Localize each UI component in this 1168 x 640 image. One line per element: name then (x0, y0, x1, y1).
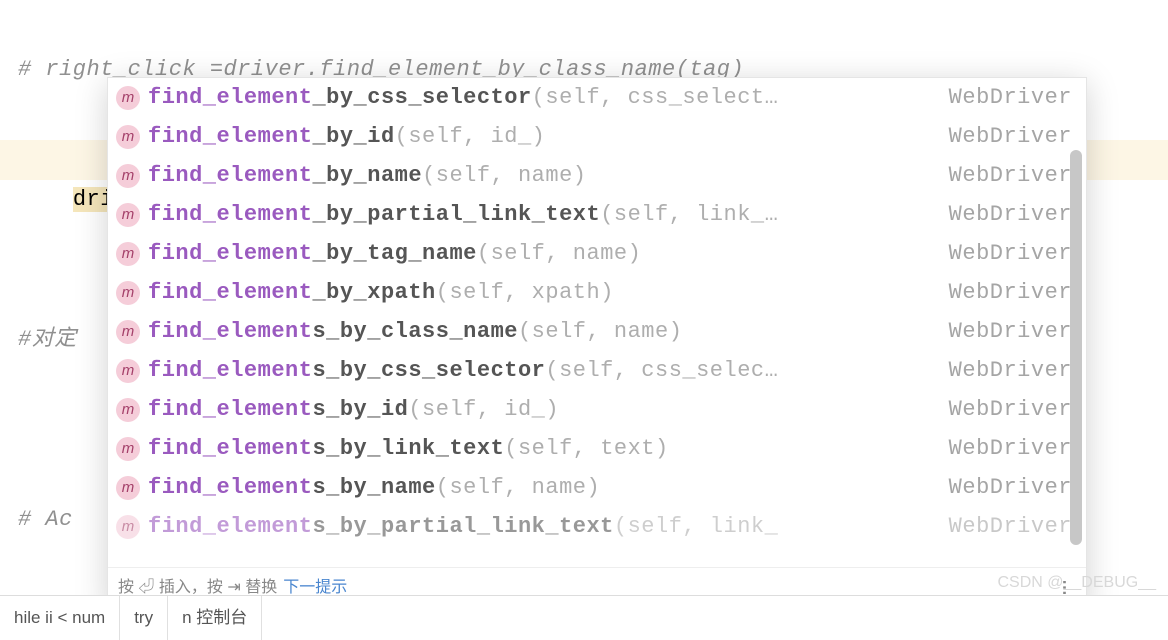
autocomplete-signature: find_elements_by_css_selector(self, css_… (148, 351, 949, 390)
method-icon: m (116, 242, 140, 266)
autocomplete-list[interactable]: m find_element_by_css_selector(self, css_… (108, 78, 1086, 567)
method-icon: m (116, 164, 140, 188)
autocomplete-signature: find_element_by_partial_link_text(self, … (148, 195, 949, 234)
bottom-tab-bar: hile ii < num try n 控制台 (0, 595, 1168, 640)
autocomplete-signature: find_element_by_xpath(self, xpath) (148, 273, 949, 312)
autocomplete-signature: find_elements_by_link_text(self, text) (148, 429, 949, 468)
autocomplete-class: WebDriver (949, 468, 1080, 507)
autocomplete-signature: find_element_by_name(self, name) (148, 156, 949, 195)
scrollbar-track[interactable] (1070, 80, 1084, 546)
autocomplete-popup: m find_element_by_css_selector(self, css_… (107, 77, 1087, 609)
autocomplete-signature: find_element_by_css_selector(self, css_s… (148, 78, 949, 117)
autocomplete-class: WebDriver (949, 507, 1080, 546)
method-icon: m (116, 86, 140, 110)
autocomplete-item[interactable]: m find_elements_by_name(self, name)WebDri… (108, 468, 1086, 507)
autocomplete-signature: find_element_by_tag_name(self, name) (148, 234, 949, 273)
autocomplete-item[interactable]: m find_elements_by_link_text(self, text)W… (108, 429, 1086, 468)
autocomplete-signature: find_elements_by_name(self, name) (148, 468, 949, 507)
autocomplete-class: WebDriver (949, 390, 1080, 429)
autocomplete-class: WebDriver (949, 156, 1080, 195)
method-icon: m (116, 515, 140, 539)
autocomplete-item[interactable]: m find_element_by_tag_name(self, name)Web… (108, 234, 1086, 273)
method-icon: m (116, 398, 140, 422)
method-icon: m (116, 281, 140, 305)
method-icon: m (116, 476, 140, 500)
autocomplete-class: WebDriver (949, 312, 1080, 351)
autocomplete-item[interactable]: m find_elements_by_partial_link_text(self… (108, 507, 1086, 546)
autocomplete-class: WebDriver (949, 234, 1080, 273)
autocomplete-item[interactable]: m find_element_by_xpath(self, xpath)WebDr… (108, 273, 1086, 312)
autocomplete-class: WebDriver (949, 351, 1080, 390)
method-icon: m (116, 320, 140, 344)
autocomplete-class: WebDriver (949, 78, 1080, 117)
method-icon: m (116, 437, 140, 461)
breadcrumb-try[interactable]: try (120, 596, 168, 640)
autocomplete-signature: find_element_by_id(self, id_) (148, 117, 949, 156)
breadcrumb-loop[interactable]: hile ii < num (0, 596, 120, 640)
autocomplete-item[interactable]: m find_element_by_id(self, id_)WebDriver (108, 117, 1086, 156)
autocomplete-item[interactable]: m find_elements_by_id(self, id_)WebDriver (108, 390, 1086, 429)
watermark-text: CSDN @__DEBUG__ (997, 574, 1156, 592)
method-icon: m (116, 359, 140, 383)
autocomplete-item[interactable]: m find_elements_by_css_selector(self, css… (108, 351, 1086, 390)
autocomplete-class: WebDriver (949, 195, 1080, 234)
tab-console[interactable]: n 控制台 (168, 596, 262, 640)
autocomplete-signature: find_elements_by_class_name(self, name) (148, 312, 949, 351)
autocomplete-class: WebDriver (949, 273, 1080, 312)
autocomplete-class: WebDriver (949, 117, 1080, 156)
autocomplete-item[interactable]: m find_element_by_css_selector(self, css_… (108, 78, 1086, 117)
autocomplete-item[interactable]: m find_element_by_partial_link_text(self,… (108, 195, 1086, 234)
autocomplete-item[interactable]: m find_element_by_name(self, name)WebDriv… (108, 156, 1086, 195)
autocomplete-class: WebDriver (949, 429, 1080, 468)
method-icon: m (116, 203, 140, 227)
autocomplete-item[interactable]: m find_elements_by_class_name(self, name)… (108, 312, 1086, 351)
scrollbar-thumb[interactable] (1070, 150, 1082, 545)
autocomplete-signature: find_elements_by_id(self, id_) (148, 390, 949, 429)
method-icon: m (116, 125, 140, 149)
autocomplete-signature: find_elements_by_partial_link_text(self,… (148, 507, 949, 546)
